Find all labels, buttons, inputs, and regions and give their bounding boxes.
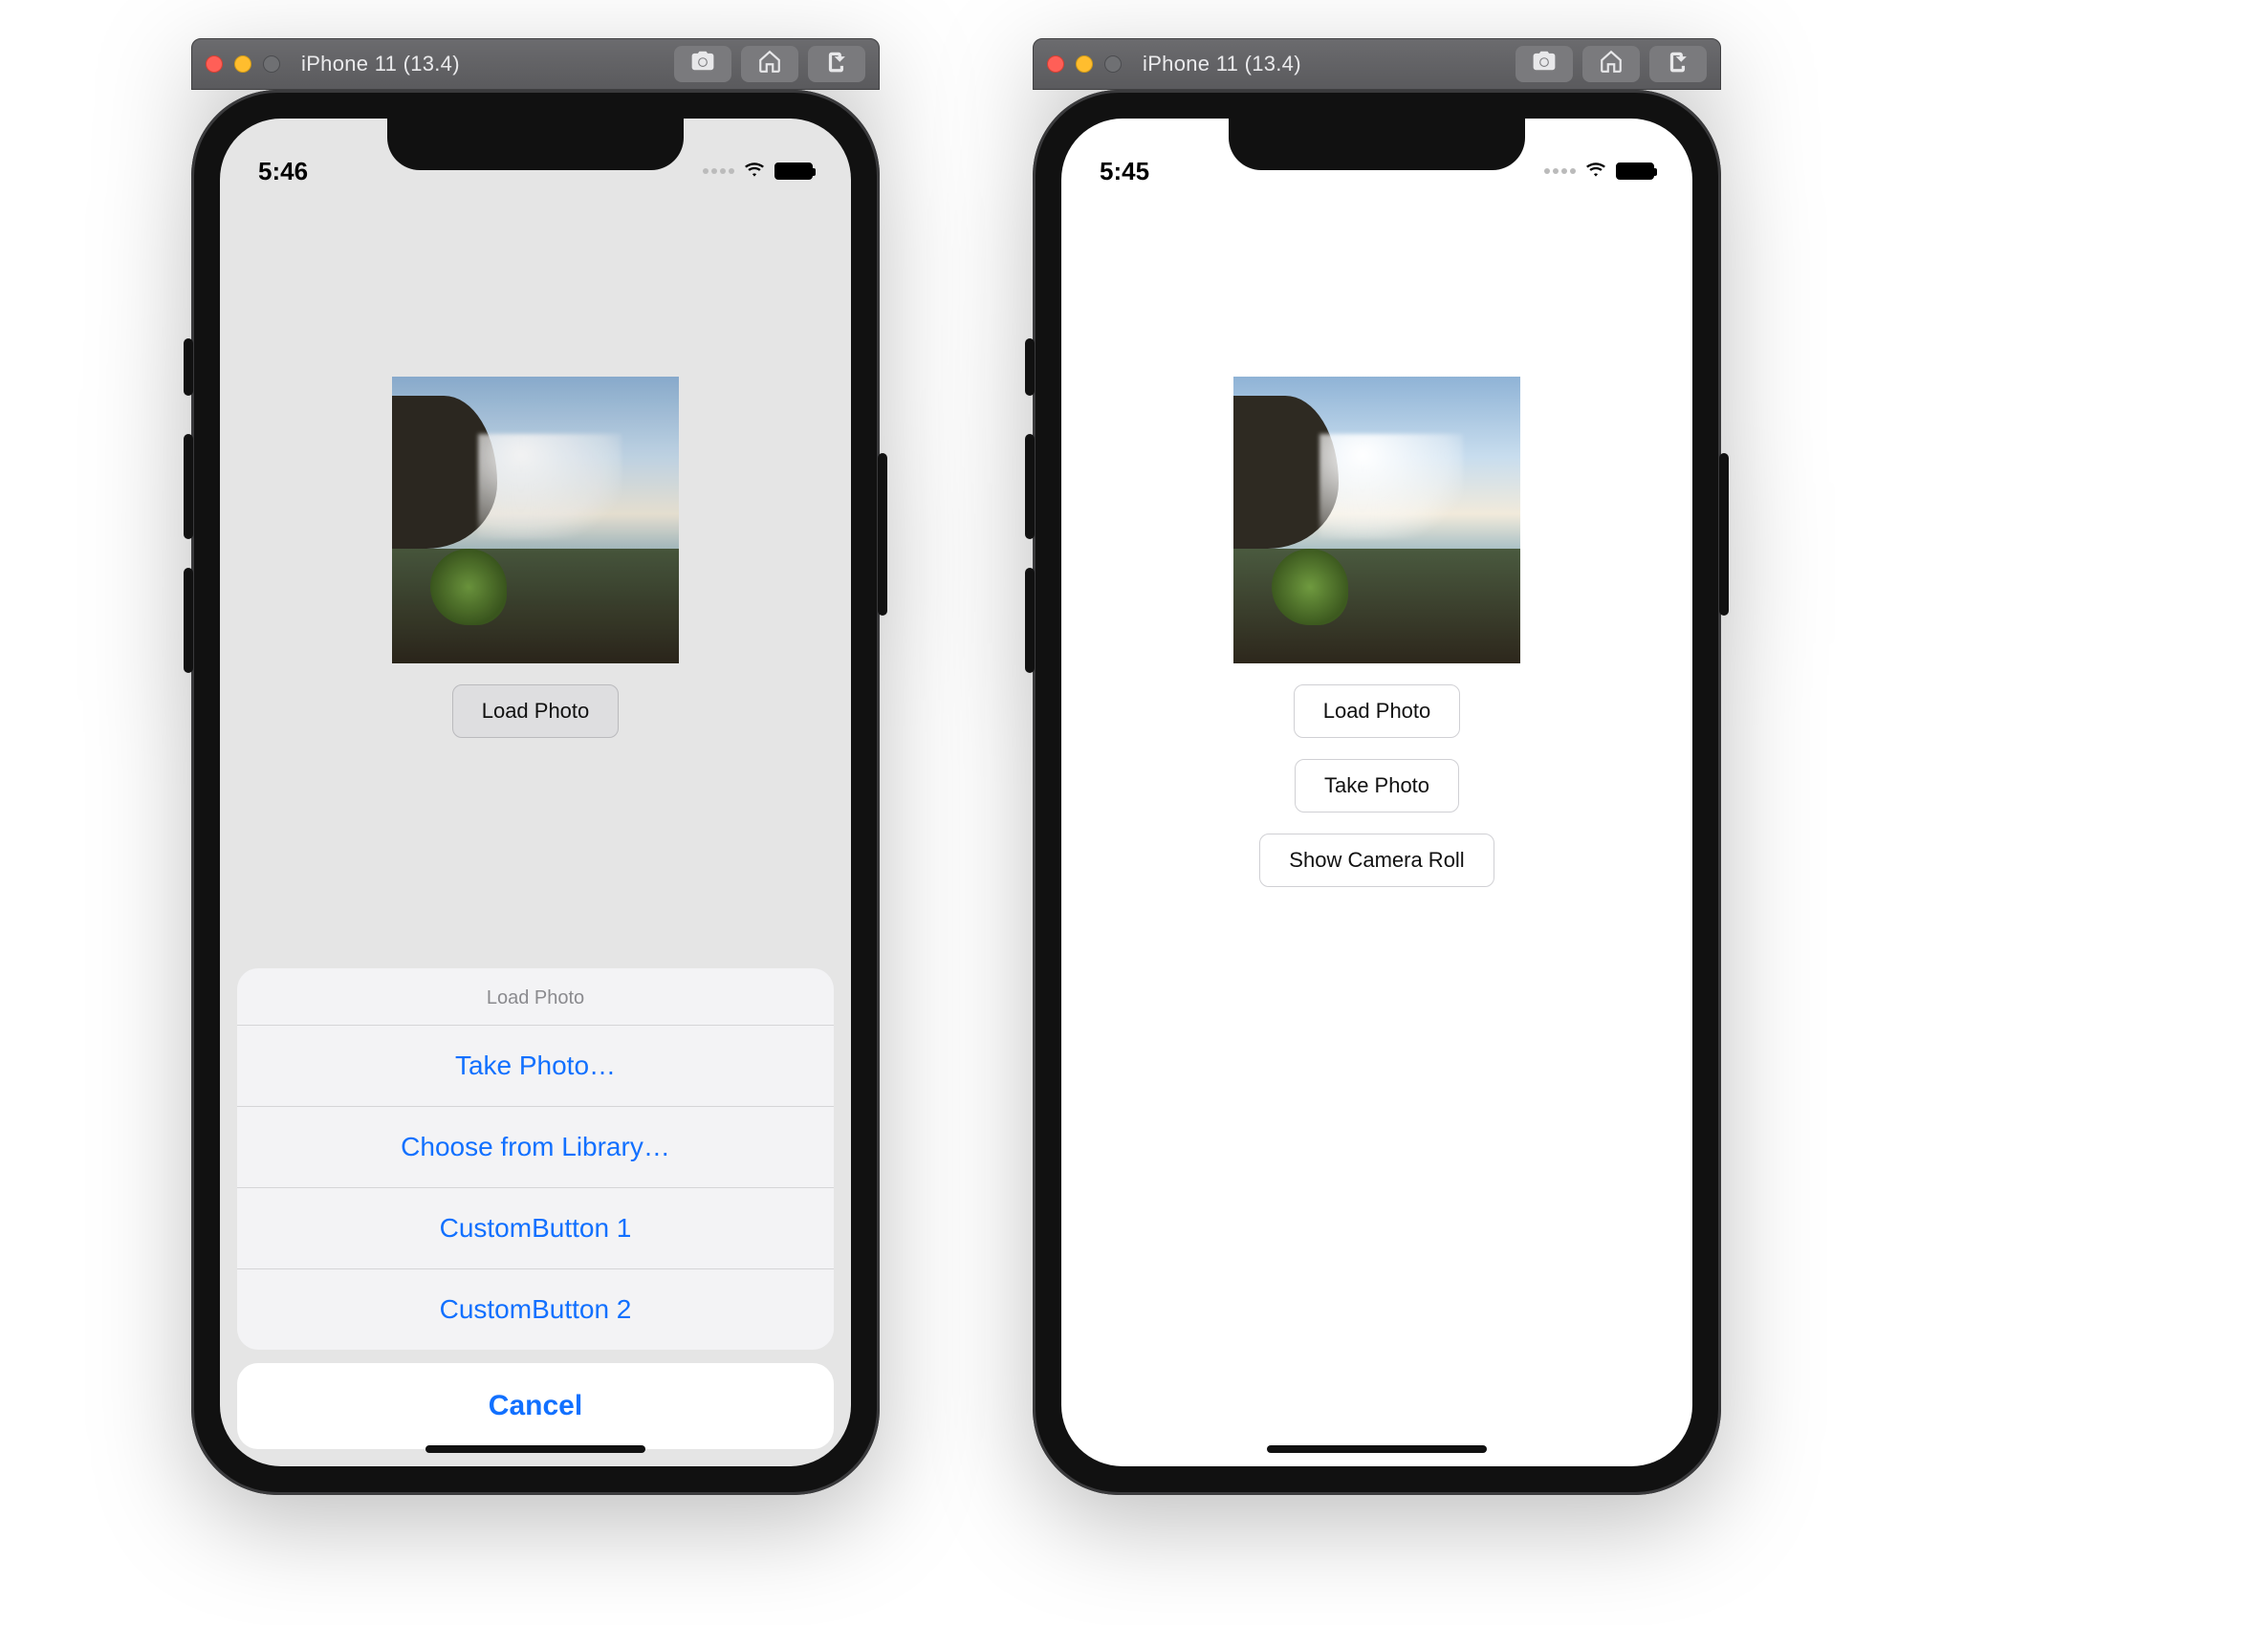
screenshot-icon (690, 49, 715, 79)
rotate-icon (1666, 49, 1690, 79)
wifi-icon (1583, 157, 1608, 186)
battery-icon (774, 162, 813, 180)
rotate-button[interactable] (808, 46, 865, 82)
status-time: 5:46 (258, 157, 308, 186)
status-time: 5:45 (1100, 157, 1149, 186)
app-content: Load Photo Take Photo Show Camera Roll (1061, 119, 1692, 1466)
power-button (878, 453, 887, 616)
home-indicator[interactable] (425, 1445, 645, 1453)
battery-icon (1616, 162, 1654, 180)
volume-up-button (1025, 434, 1035, 539)
preview-image (1233, 377, 1520, 663)
action-cancel[interactable]: Cancel (237, 1363, 834, 1449)
mute-switch (1025, 338, 1035, 396)
volume-down-button (1025, 568, 1035, 673)
simulator-title: iPhone 11 (13.4) (301, 52, 674, 76)
action-sheet: Load Photo Take Photo… Choose from Libra… (237, 968, 834, 1449)
screenshot-button[interactable] (1516, 46, 1573, 82)
simulator-toolbar: iPhone 11 (13.4) (1033, 38, 1721, 90)
close-window-button[interactable] (206, 55, 223, 73)
zoom-window-button[interactable] (1104, 55, 1122, 73)
volume-up-button (184, 434, 193, 539)
home-button[interactable] (1582, 46, 1640, 82)
simulator-left: iPhone 11 (13.4) (191, 38, 880, 1495)
minimize-window-button[interactable] (234, 55, 251, 73)
home-icon (1599, 49, 1624, 79)
cellular-icon (1544, 168, 1576, 174)
wifi-icon (742, 157, 767, 186)
load-photo-button[interactable]: Load Photo (1294, 684, 1461, 738)
close-window-button[interactable] (1047, 55, 1064, 73)
phone-screen: 5:45 Load Photo Take Photo (1061, 119, 1692, 1466)
cellular-icon (703, 168, 734, 174)
notch (1229, 119, 1525, 170)
screenshot-button[interactable] (674, 46, 731, 82)
simulator-toolbar: iPhone 11 (13.4) (191, 38, 880, 90)
home-indicator[interactable] (1267, 1445, 1487, 1453)
power-button (1719, 453, 1729, 616)
action-custom-2[interactable]: CustomButton 2 (237, 1268, 834, 1350)
screenshot-icon (1532, 49, 1557, 79)
volume-down-button (184, 568, 193, 673)
action-custom-1[interactable]: CustomButton 1 (237, 1187, 834, 1268)
phone-frame: 5:46 Load Photo (191, 90, 880, 1495)
window-traffic-lights (206, 55, 280, 73)
home-button[interactable] (741, 46, 798, 82)
home-icon (757, 49, 782, 79)
minimize-window-button[interactable] (1076, 55, 1093, 73)
simulator-right: iPhone 11 (13.4) (1033, 38, 1721, 1495)
rotate-button[interactable] (1649, 46, 1707, 82)
take-photo-button[interactable]: Take Photo (1295, 759, 1459, 812)
zoom-window-button[interactable] (263, 55, 280, 73)
action-choose-library[interactable]: Choose from Library… (237, 1106, 834, 1187)
simulator-title: iPhone 11 (13.4) (1143, 52, 1516, 76)
action-take-photo[interactable]: Take Photo… (237, 1025, 834, 1106)
notch (387, 119, 684, 170)
mute-switch (184, 338, 193, 396)
rotate-icon (824, 49, 849, 79)
action-sheet-group: Load Photo Take Photo… Choose from Libra… (237, 968, 834, 1350)
phone-screen: 5:46 Load Photo (220, 119, 851, 1466)
phone-frame: 5:45 Load Photo Take Photo (1033, 90, 1721, 1495)
action-sheet-title: Load Photo (237, 968, 834, 1025)
show-camera-roll-button[interactable]: Show Camera Roll (1259, 834, 1494, 887)
window-traffic-lights (1047, 55, 1122, 73)
